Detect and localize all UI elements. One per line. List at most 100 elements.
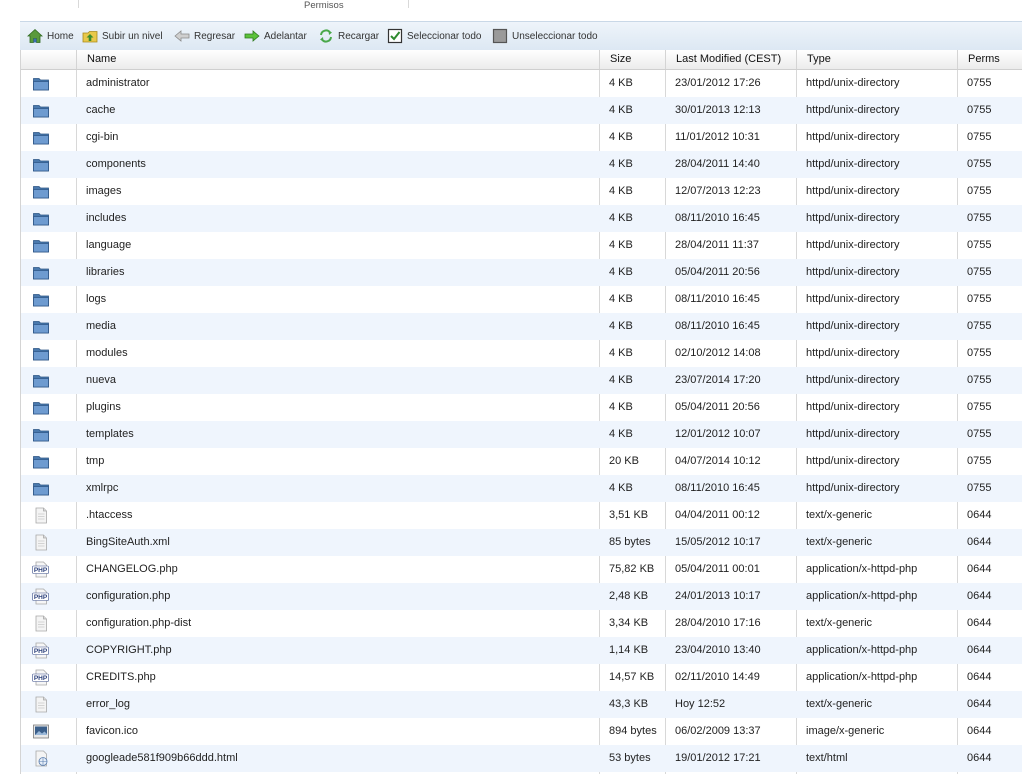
table-row[interactable]: favicon.ico 894 bytes 06/02/2009 13:37 imag…: [21, 718, 1022, 745]
file-size: 43,3 KB: [609, 698, 649, 710]
file-name[interactable]: components: [76, 151, 599, 178]
table-row[interactable]: PHP configuration.php 2,48 KB 24/01/2013 10…: [21, 583, 1022, 610]
file-name[interactable]: COPYRIGHT.php: [76, 637, 599, 664]
file-type: text/html: [806, 752, 848, 764]
file-name[interactable]: tmp: [76, 448, 599, 475]
back-arrow-icon: [174, 30, 190, 42]
file-type: httpd/unix-directory: [806, 401, 900, 413]
table-row[interactable]: tmp 20 KB 04/07/2014 10:12 httpd/unix-direc…: [21, 448, 1022, 475]
file-modified: 28/04/2011 14:40: [675, 158, 760, 170]
table-row[interactable]: libraries 4 KB 05/04/2011 20:56 httpd/unix-…: [21, 259, 1022, 286]
file-name[interactable]: error_log: [76, 691, 599, 718]
file-size: 3,51 KB: [609, 509, 649, 521]
file-name[interactable]: nueva: [76, 367, 599, 394]
file-name[interactable]: media: [76, 313, 599, 340]
back-button[interactable]: Regresar: [174, 27, 235, 45]
unselect-all-button[interactable]: Unseleccionar todo: [492, 27, 598, 45]
table-row[interactable]: PHP COPYRIGHT.php 1,14 KB 23/04/2010 13:40 a…: [21, 637, 1022, 664]
file-size: 20 KB: [609, 455, 639, 467]
table-row[interactable]: .htaccess 3,51 KB 04/04/2011 00:12 text/x-g…: [21, 502, 1022, 529]
file-name[interactable]: xmlrpc: [76, 475, 599, 502]
file-name[interactable]: language: [76, 232, 599, 259]
file-name[interactable]: includes: [76, 205, 599, 232]
file-size: 75,82 KB: [609, 563, 655, 575]
column-header-size[interactable]: Size: [599, 50, 665, 69]
file-size: 4 KB: [609, 266, 633, 278]
file-modified: 23/07/2014 17:20: [675, 374, 761, 386]
folder-icon: [32, 291, 50, 308]
file-type: text/x-generic: [806, 698, 873, 710]
file-name[interactable]: images: [76, 178, 599, 205]
table-row[interactable]: PHP CHANGELOG.php 75,82 KB 05/04/2011 00:01…: [21, 556, 1022, 583]
file-perms: 0755: [967, 293, 992, 305]
file-name[interactable]: favicon.ico: [76, 718, 599, 745]
file-name[interactable]: configuration.php: [76, 583, 599, 610]
file-modified: 04/04/2011 00:12: [675, 509, 760, 521]
table-row[interactable]: PHP CREDITS.php 14,57 KB 02/11/2010 14:49 ap…: [21, 664, 1022, 691]
table-row[interactable]: administrator 4 KB 23/01/2012 17:26 httpd/u…: [21, 70, 1022, 97]
file-modified: 04/07/2014 10:12: [675, 455, 761, 467]
table-row[interactable]: templates 4 KB 12/01/2012 10:07 httpd/unix-…: [21, 421, 1022, 448]
file-list-table: Name Size Last Modified (CEST) Type Perm…: [20, 50, 1022, 774]
table-row[interactable]: language 4 KB 28/04/2011 11:37 httpd/unix-d…: [21, 232, 1022, 259]
file-perms: 0644: [967, 644, 992, 656]
file-perms: 0755: [967, 374, 992, 386]
table-row[interactable]: includes 4 KB 08/11/2010 16:45 httpd/unix-d…: [21, 205, 1022, 232]
file-name[interactable]: plugins: [76, 394, 599, 421]
column-header-type[interactable]: Type: [796, 50, 957, 69]
column-header-name[interactable]: Name: [76, 50, 599, 69]
select-all-button[interactable]: Seleccionar todo: [387, 27, 482, 45]
table-row[interactable]: modules 4 KB 02/10/2012 14:08 httpd/unix-di…: [21, 340, 1022, 367]
file-name[interactable]: cache: [76, 97, 599, 124]
table-row[interactable]: logs 4 KB 08/11/2010 16:45 httpd/unix-direc…: [21, 286, 1022, 313]
file-name[interactable]: libraries: [76, 259, 599, 286]
column-header-modified[interactable]: Last Modified (CEST): [665, 50, 796, 69]
file-name[interactable]: googleade581f909b66ddd.html: [76, 745, 599, 772]
file-type: httpd/unix-directory: [806, 212, 900, 224]
generic-file-icon: [32, 615, 50, 632]
file-toolbar: Home Subir un nivel Regresar Adelantar R…: [20, 21, 1022, 50]
file-size: 4 KB: [609, 185, 633, 197]
file-name[interactable]: templates: [76, 421, 599, 448]
table-row[interactable]: plugins 4 KB 05/04/2011 20:56 httpd/unix-di…: [21, 394, 1022, 421]
forward-button[interactable]: Adelantar: [244, 27, 307, 45]
file-name[interactable]: administrator: [76, 70, 599, 97]
file-perms: 0644: [967, 617, 992, 629]
file-name[interactable]: CHANGELOG.php: [76, 556, 599, 583]
file-size: 4 KB: [609, 104, 633, 116]
file-size: 4 KB: [609, 347, 633, 359]
php-file-icon: PHP: [32, 642, 50, 659]
file-name[interactable]: configuration.php-dist: [76, 610, 599, 637]
file-name[interactable]: BingSiteAuth.xml: [76, 529, 599, 556]
file-name[interactable]: modules: [76, 340, 599, 367]
tab-permisos[interactable]: Permisos: [304, 0, 344, 11]
file-name[interactable]: cgi-bin: [76, 124, 599, 151]
file-name[interactable]: .htaccess: [76, 502, 599, 529]
file-modified: 05/04/2011 00:01: [675, 563, 760, 575]
table-row[interactable]: media 4 KB 08/11/2010 16:45 httpd/unix-dire…: [21, 313, 1022, 340]
table-row[interactable]: cache 4 KB 30/01/2013 12:13 httpd/unix-dire…: [21, 97, 1022, 124]
up-level-button[interactable]: Subir un nivel: [82, 27, 163, 45]
column-header-perms[interactable]: Perms: [957, 50, 1022, 69]
home-button[interactable]: Home: [27, 27, 74, 45]
up-level-label: Subir un nivel: [102, 30, 163, 42]
reload-button[interactable]: Recargar: [318, 27, 379, 45]
table-row[interactable]: xmlrpc 4 KB 08/11/2010 16:45 httpd/unix-dir…: [21, 475, 1022, 502]
file-name[interactable]: logs: [76, 286, 599, 313]
table-row[interactable]: cgi-bin 4 KB 11/01/2012 10:31 httpd/unix-di…: [21, 124, 1022, 151]
table-row[interactable]: configuration.php-dist 3,34 KB 28/04/2010 …: [21, 610, 1022, 637]
table-row[interactable]: googleade581f909b66ddd.html 53 bytes 19/01…: [21, 745, 1022, 772]
folder-icon: [32, 156, 50, 173]
file-modified: 28/04/2011 11:37: [675, 239, 760, 251]
table-row[interactable]: images 4 KB 12/07/2013 12:23 httpd/unix-dir…: [21, 178, 1022, 205]
table-row[interactable]: nueva 4 KB 23/07/2014 17:20 httpd/unix-dire…: [21, 367, 1022, 394]
file-modified: 28/04/2010 17:16: [675, 617, 761, 629]
table-row[interactable]: error_log 43,3 KB Hoy 12:52 text/x-generic 0…: [21, 691, 1022, 718]
folder-icon: [32, 264, 50, 281]
table-row[interactable]: BingSiteAuth.xml 85 bytes 15/05/2012 10:17…: [21, 529, 1022, 556]
generic-file-icon: [32, 507, 50, 524]
file-name[interactable]: CREDITS.php: [76, 664, 599, 691]
file-type: text/x-generic: [806, 536, 873, 548]
table-row[interactable]: components 4 KB 28/04/2011 14:40 httpd/unix…: [21, 151, 1022, 178]
file-modified: 05/04/2011 20:56: [675, 266, 760, 278]
